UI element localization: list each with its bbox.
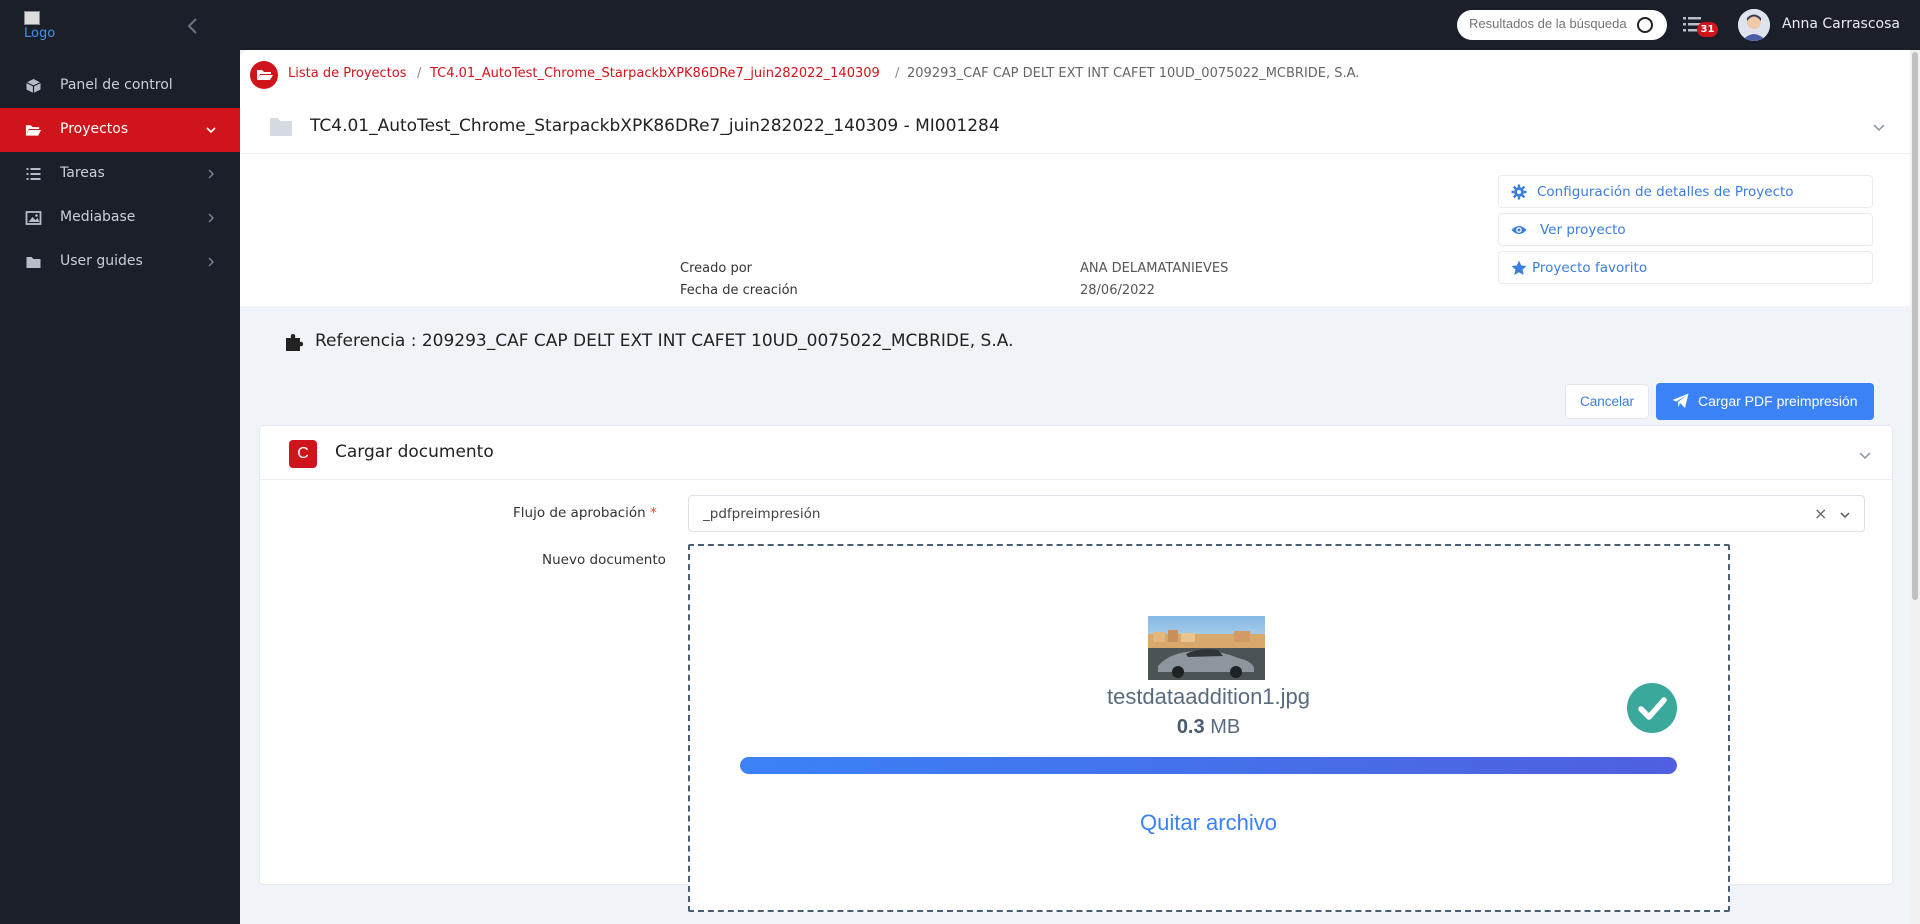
breadcrumb: Lista de Proyectos / TC4.01_AutoTest_Chr… [240,50,1910,98]
chevron-down-icon [206,127,216,134]
puzzle-icon [286,334,303,351]
file-name: testdataaddition1.jpg [1106,684,1311,709]
logo[interactable]: Logo [24,11,58,45]
view-project-label: Ver proyecto [1540,222,1626,238]
created-by-value: ANA DELAMATANIEVES [1080,261,1229,276]
file-size-unit: MB [1210,716,1241,738]
user-avatar-icon [1738,9,1770,41]
breadcrumb-project[interactable]: TC4.01_AutoTest_Chrome_StarpackbXPK86DRe… [430,66,880,81]
chevron-right-icon [208,213,214,223]
required-mark: * [650,505,657,521]
card-header[interactable]: C Cargar documento [260,426,1892,480]
upload-success-icon [1627,683,1677,733]
list-icon [26,168,41,180]
avatar[interactable] [1738,9,1770,41]
sidebar-item-label: User guides [60,253,143,269]
sidebar-item-label: Panel de control [60,77,173,93]
created-date-value: 28/06/2022 [1080,283,1155,298]
main-content: Lista de Proyectos / TC4.01_AutoTest_Chr… [240,50,1910,924]
upload-pdf-button[interactable]: Cargar PDF preimpresión [1656,383,1874,420]
image-icon [25,211,42,225]
breadcrumb-projects-list[interactable]: Lista de Proyectos [288,66,407,81]
cube-icon [26,79,41,93]
task-count-badge: 31 [1697,22,1718,37]
upload-pdf-label: Cargar PDF preimpresión [1698,393,1858,409]
broken-image-icon [24,11,40,25]
project-title: TC4.01_AutoTest_Chrome_StarpackbXPK86DRe… [310,116,1000,136]
upload-progress-fill [740,757,1677,774]
folder-open-icon [25,125,42,136]
sidebar-item-tareas[interactable]: Tareas [0,152,240,196]
remove-file-link[interactable]: Quitar archivo [690,810,1727,836]
eye-icon [1511,226,1527,234]
cancel-button[interactable]: Cancelar [1565,384,1649,419]
clear-selection-icon[interactable]: × [1814,504,1827,523]
chevron-right-icon [208,169,214,179]
file-size: 0.3 MB [690,716,1727,739]
created-date-label: Fecha de creación [680,283,798,298]
breadcrumb-separator: / [417,66,422,81]
sidebar: Logo Panel de control Proyectos Tareas M… [0,0,240,924]
star-icon [1511,260,1527,275]
gear-icon [1511,184,1527,200]
favorite-project-link[interactable]: Proyecto favorito [1498,251,1873,284]
paper-plane-icon [1672,393,1689,408]
search-icon[interactable] [1637,17,1653,33]
user-name[interactable]: Anna Carrascosa [1782,16,1900,32]
card-title: Cargar documento [335,442,494,462]
project-config-link[interactable]: Configuración de detalles de Proyecto [1498,175,1873,208]
chevron-down-icon[interactable] [1872,120,1886,134]
search-input[interactable] [1469,16,1629,31]
breadcrumb-current: 209293_CAF CAP DELT EXT INT CAFET 10UD_0… [907,66,1360,81]
approval-flow-select[interactable]: _pdfpreimpresión × [688,495,1865,532]
projects-folder-icon [250,61,278,89]
search-box[interactable] [1457,10,1667,40]
sidebar-item-label: Proyectos [60,121,129,137]
topbar [240,0,1920,50]
file-dropzone[interactable]: testdataaddition1.jpg 0.3 MB Quitar arch… [688,544,1730,912]
project-config-label: Configuración de detalles de Proyecto [1537,184,1794,200]
view-project-link[interactable]: Ver proyecto [1498,213,1873,246]
breadcrumb-separator: / [895,66,900,81]
project-header[interactable]: TC4.01_AutoTest_Chrome_StarpackbXPK86DRe… [240,98,1910,154]
sidebar-item-mediabase[interactable]: Mediabase [0,196,240,240]
favorite-project-label: Proyecto favorito [1532,260,1648,276]
sidebar-item-proyectos[interactable]: Proyectos [0,108,240,152]
folder-icon [26,257,41,268]
logo-alt-text: Logo [24,26,56,41]
folder-icon [270,118,292,136]
car-photo-icon [1148,630,1265,680]
sidebar-item-label: Mediabase [60,209,136,225]
upload-progress-bar [740,757,1677,774]
collapse-sidebar-icon[interactable] [183,16,203,36]
card-badge: C [289,440,317,468]
approval-flow-value: _pdfpreimpresión [703,506,821,522]
sidebar-item-label: Tareas [60,165,105,181]
approval-flow-label: Flujo de aprobación * [513,505,657,521]
chevron-down-icon[interactable] [1839,509,1851,521]
chevron-right-icon [208,257,214,267]
sidebar-item-panel-de-control[interactable]: Panel de control [0,64,240,108]
reference-text: Referencia : 209293_CAF CAP DELT EXT INT… [315,331,1014,351]
new-document-label: Nuevo documento [542,552,666,568]
scrollbar-thumb[interactable] [1912,52,1918,600]
created-by-label: Creado por [680,261,752,276]
approval-flow-label-text: Flujo de aprobación [513,505,646,521]
sidebar-item-user-guides[interactable]: User guides [0,240,240,284]
file-thumbnail [1148,616,1265,680]
chevron-down-icon[interactable] [1858,448,1872,462]
file-size-value: 0.3 [1176,716,1205,738]
upload-document-card: C Cargar documento Flujo de aprobación *… [259,425,1893,912]
